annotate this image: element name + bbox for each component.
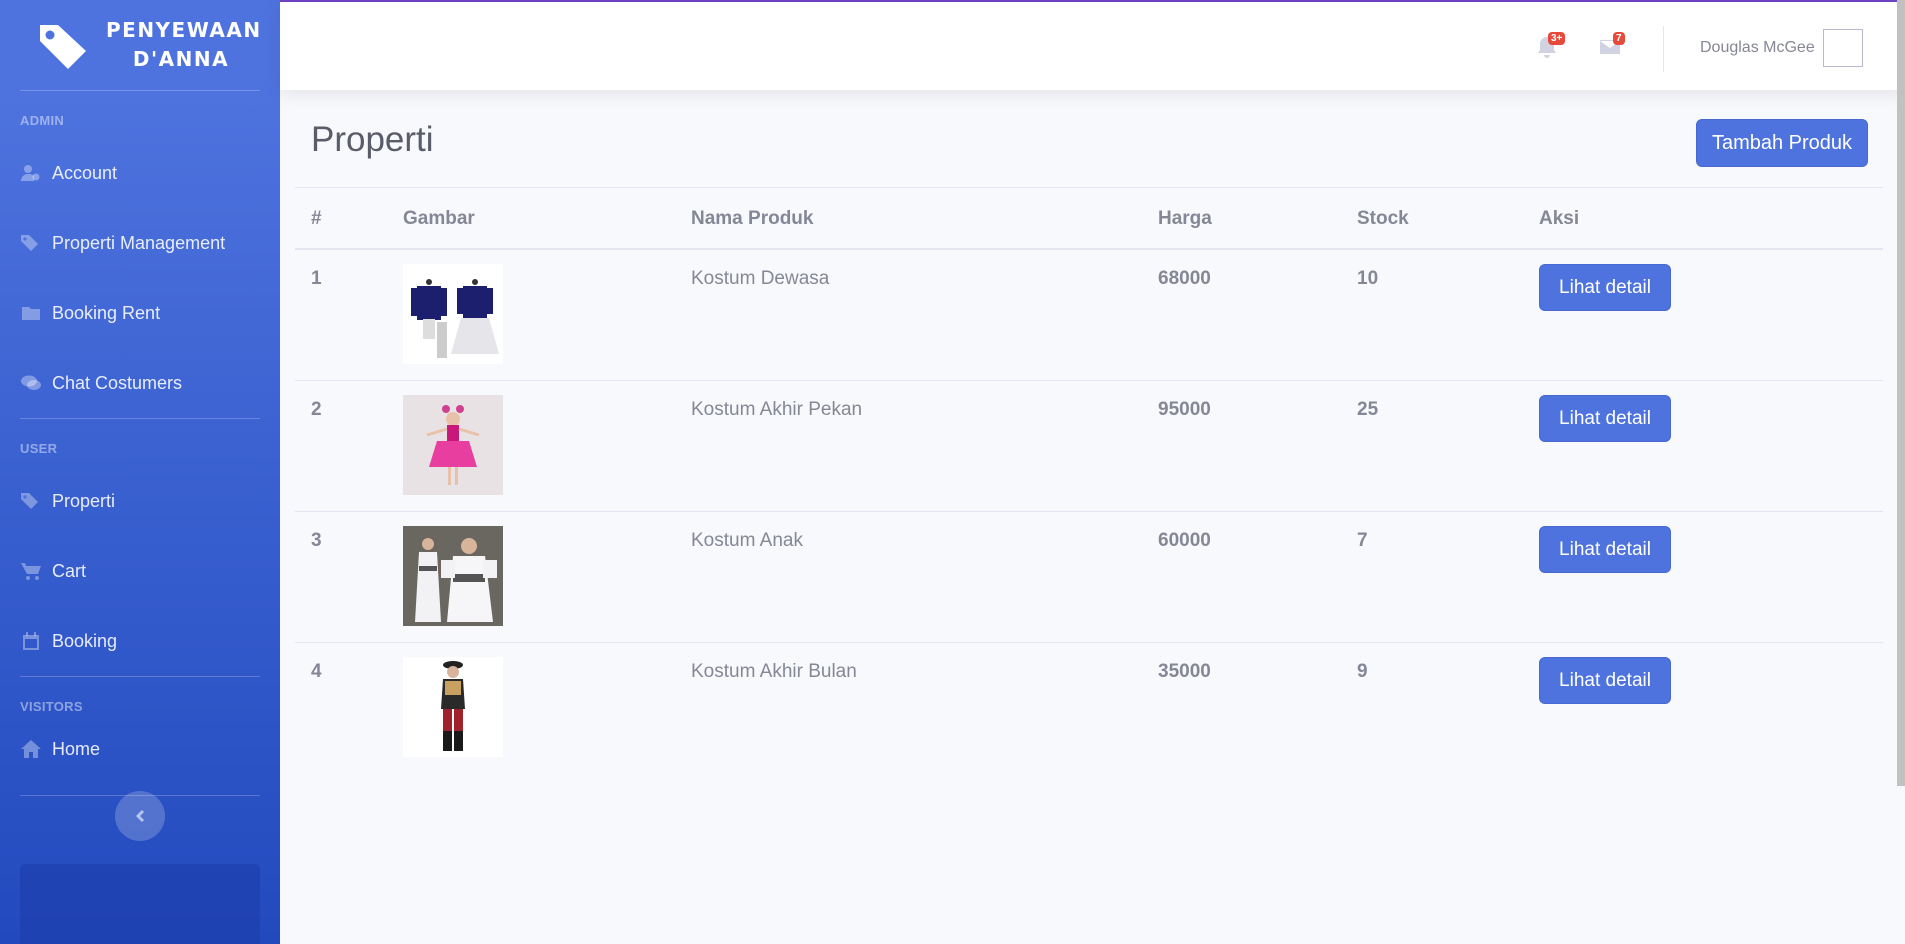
sidebar-item-booking[interactable]: Booking <box>0 606 280 676</box>
view-detail-button[interactable]: Lihat detail <box>1539 526 1671 573</box>
sidebar-item-label: Home <box>52 738 101 759</box>
sidebar-item-label: Chat Costumers <box>52 372 183 393</box>
brand-line-2: D'ANNA <box>132 47 230 71</box>
column-header-number: # <box>311 208 322 229</box>
heading-user: USER <box>20 441 58 456</box>
folder-icon <box>20 302 42 324</box>
sidebar-item-label: Cart <box>52 560 87 581</box>
alerts-button[interactable]: 3+ <box>1536 32 1566 60</box>
add-product-button[interactable]: Tambah Produk <box>1696 119 1868 167</box>
sidebar-item-label: Properti <box>52 490 116 511</box>
sidebar-item-label: Booking <box>52 630 118 651</box>
sidebar-item-cart[interactable]: Cart <box>0 536 280 606</box>
comments-icon <box>20 372 42 394</box>
column-header-name: Nama Produk <box>691 208 814 229</box>
brand[interactable]: PENYEWAAN D'ANNA <box>0 0 280 90</box>
view-detail-button[interactable]: Lihat detail <box>1539 657 1671 704</box>
sidebar-item-label: Properti Management <box>52 232 226 253</box>
sidebar-item-properti-management[interactable]: Properti Management <box>0 208 280 278</box>
heading-visitors: VISITORS <box>20 699 83 714</box>
product-stock: 10 <box>1357 268 1379 289</box>
row-number: 2 <box>311 399 322 420</box>
product-name: Kostum Dewasa <box>691 268 830 289</box>
product-image <box>403 264 503 364</box>
home-icon <box>20 738 42 760</box>
product-price: 95000 <box>1158 399 1211 420</box>
topbar: 3+ 7 Douglas McGee <box>280 0 1905 90</box>
chevron-left-icon <box>136 810 144 822</box>
sidebar-item-account[interactable]: Account <box>0 138 280 208</box>
sidebar-item-label: Account <box>52 162 118 183</box>
product-price: 68000 <box>1158 268 1211 289</box>
product-image <box>403 395 503 495</box>
column-header-action: Aksi <box>1539 208 1580 229</box>
sidebar: PENYEWAAN D'ANNA ADMIN Account Properti … <box>0 0 280 944</box>
view-detail-button[interactable]: Lihat detail <box>1539 264 1671 311</box>
product-price: 35000 <box>1158 661 1211 682</box>
product-stock: 9 <box>1357 661 1368 682</box>
sidebar-item-chat-costumers[interactable]: Chat Costumers <box>0 348 280 418</box>
sidebar-item-properti[interactable]: Properti <box>0 466 280 536</box>
sidebar-toggle-button[interactable] <box>115 791 165 841</box>
product-image <box>403 526 503 626</box>
row-number: 4 <box>311 661 322 682</box>
calendar-icon <box>20 630 42 652</box>
table-row: 3 Kostum Anak 60000 7 Lihat detail <box>295 512 1883 643</box>
tags-icon <box>20 490 42 512</box>
product-stock: 7 <box>1357 530 1368 551</box>
messages-badge: 7 <box>1613 32 1625 45</box>
heading-admin: ADMIN <box>20 113 65 128</box>
user-name[interactable]: Douglas McGee <box>1700 39 1815 57</box>
scrollbar[interactable] <box>1897 0 1905 786</box>
page-title: Properti <box>311 120 434 159</box>
user-cog-icon <box>20 162 42 184</box>
sidebar-item-label: Booking Rent <box>52 302 161 323</box>
topbar-divider <box>1663 26 1664 72</box>
tag-logo-icon <box>40 25 86 69</box>
tags-icon <box>20 232 42 254</box>
product-name: Kostum Anak <box>691 530 803 551</box>
cart-icon <box>20 560 42 582</box>
table-row: 4 Kostum Akhir Bulan 35000 9 Lihat detai… <box>295 643 1883 774</box>
alerts-badge: 3+ <box>1548 32 1566 45</box>
row-number: 3 <box>311 530 322 551</box>
sidebar-item-booking-rent[interactable]: Booking Rent <box>0 278 280 348</box>
messages-button[interactable]: 7 <box>1599 32 1625 60</box>
view-detail-button[interactable]: Lihat detail <box>1539 395 1671 442</box>
product-name: Kostum Akhir Bulan <box>691 661 857 682</box>
sidebar-item-home[interactable]: Home <box>0 724 280 774</box>
product-table: # Gambar Nama Produk Harga Stock Aksi 1 … <box>295 187 1883 774</box>
brand-name: PENYEWAAN D'ANNA <box>106 16 262 74</box>
column-header-stock: Stock <box>1357 208 1409 229</box>
table-row: 2 Kostum Akhir Pekan 95000 25 Lihat deta… <box>295 381 1883 512</box>
column-header-image: Gambar <box>403 208 475 229</box>
column-header-price: Harga <box>1158 208 1212 229</box>
avatar[interactable] <box>1823 29 1863 67</box>
row-number: 1 <box>311 268 322 289</box>
product-price: 60000 <box>1158 530 1211 551</box>
product-name: Kostum Akhir Pekan <box>691 399 863 420</box>
product-image <box>403 657 503 757</box>
table-row: 1 Kostum Dewasa 68000 10 Lihat detail <box>295 250 1883 381</box>
brand-line-1: PENYEWAAN <box>106 18 262 42</box>
sidebar-card <box>20 864 260 944</box>
product-stock: 25 <box>1357 399 1379 420</box>
table-header: # Gambar Nama Produk Harga Stock Aksi <box>295 187 1883 250</box>
